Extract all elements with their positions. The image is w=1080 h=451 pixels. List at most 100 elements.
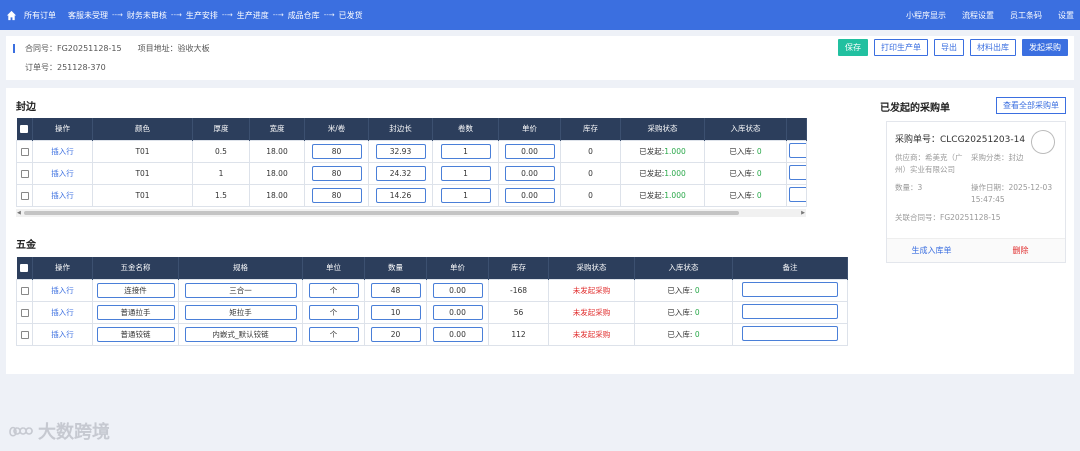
scroll-left-icon[interactable]: ◀ (17, 210, 21, 216)
col-header: 入库状态 (634, 257, 733, 279)
hardware-header-row: 操作 五金名称 规格 单位 数量 单价 库存 采购状态 入库状态 备注 (16, 257, 848, 279)
insert-row-link[interactable]: 插入行 (32, 300, 93, 324)
crumb-production-plan[interactable]: 生产安排 (186, 10, 218, 21)
mini-program-link[interactable]: 小程序显示 (906, 10, 946, 21)
watermark-logo-icon (9, 426, 33, 437)
material-out-button[interactable]: 材料出库 (970, 39, 1016, 56)
price-input[interactable]: 0.00 (504, 187, 555, 203)
note-input[interactable] (742, 281, 838, 297)
unit-input[interactable]: 个 (308, 282, 359, 298)
purchase-status-value: 1.000 (664, 146, 686, 156)
note-cell (732, 278, 848, 302)
table-row: 插入行 普通铰链 内嵌式_默认铰链个 20 0.00 112 未发起采购 已入库: 0 (16, 322, 848, 346)
insert-row-link[interactable]: 插入行 (32, 161, 93, 185)
color-cell: T01 (92, 161, 193, 185)
meters-per-roll-input[interactable]: 80 (311, 143, 362, 159)
rolls-input[interactable]: 1 (440, 187, 491, 203)
meters-per-roll-input[interactable]: 80 (311, 187, 362, 203)
price-input[interactable]: 0.00 (432, 326, 483, 342)
table-row: 插入行 连接件 三合一个 48 0.00 -168 未发起采购 已入库: 0 (16, 278, 848, 302)
note-input[interactable] (789, 164, 806, 180)
create-inbound-link[interactable]: 生成入库单 (887, 245, 976, 256)
price-input[interactable]: 0.00 (504, 165, 555, 181)
operate-date-text: 操作日期：2025-12-03 15:47:45 (971, 183, 1053, 204)
meters-per-roll-input[interactable]: 80 (311, 165, 362, 181)
staff-barcode-link[interactable]: 员工条码 (1010, 10, 1042, 21)
scrollbar-thumb[interactable] (24, 211, 739, 215)
price-input[interactable]: 0.00 (504, 143, 555, 159)
row-checkbox[interactable] (16, 161, 33, 185)
unit-input[interactable]: 个 (308, 326, 359, 342)
horizontal-scrollbar[interactable]: ◀ ▶ (16, 209, 806, 217)
price-input[interactable]: 0.00 (432, 282, 483, 298)
col-header: 单价 (426, 257, 489, 279)
supplier-text: 供应商：希美克（广州）实业有限公司 (895, 153, 963, 174)
settings-link[interactable]: 设置 (1058, 10, 1074, 21)
crumb-production-progress[interactable]: 生产进度 (237, 10, 269, 21)
top-nav-bar: 所有订单 客服未受理 --→ 财务未审核 --→ 生产安排 --→ 生产进度 -… (0, 0, 1080, 30)
flow-settings-link[interactable]: 流程设置 (962, 10, 994, 21)
note-input[interactable] (789, 186, 806, 202)
row-checkbox[interactable] (16, 278, 33, 302)
unit-input[interactable]: 个 (308, 304, 359, 320)
hardware-name-input[interactable]: 普通铰链 (96, 326, 175, 342)
stock-cell: 0 (560, 183, 621, 207)
delete-link[interactable]: 删除 (976, 245, 1065, 256)
qty-cell: 10 (364, 300, 427, 324)
inbound-status-cell: 已入库: 0 (704, 161, 787, 185)
scroll-right-icon[interactable]: ▶ (801, 210, 805, 216)
crumb-shipped[interactable]: 已发货 (339, 10, 363, 21)
spec-input[interactable]: 内嵌式_默认铰链 (184, 326, 297, 342)
inbound-status-value: 0 (694, 285, 700, 295)
row-checkbox[interactable] (16, 139, 33, 163)
crumb-finance-unreviewed[interactable]: 财务未审核 (127, 10, 167, 21)
unit-cell: 个 (302, 322, 365, 346)
export-button[interactable]: 导出 (934, 39, 964, 56)
insert-row-link[interactable]: 插入行 (32, 183, 93, 207)
table-row: 插入行 T01 1.5 18.00 80 14.26 1 0.00 0 已发起:1.000 已入库:… (16, 183, 807, 207)
print-production-button[interactable]: 打印生产单 (874, 39, 928, 56)
col-header: 厚度 (192, 118, 250, 140)
row-checkbox[interactable] (16, 183, 33, 207)
home-icon[interactable] (6, 9, 18, 21)
quantity-input[interactable]: 20 (370, 326, 421, 342)
spec-input[interactable]: 矩拉手 (184, 304, 297, 320)
insert-row-link[interactable]: 插入行 (32, 139, 93, 163)
purchase-status-label: 已发起: (639, 168, 665, 178)
purchase-status-cell: 已发起:1.000 (620, 139, 705, 163)
save-button[interactable]: 保存 (838, 39, 868, 56)
hardware-name-input[interactable]: 普通拉手 (96, 304, 175, 320)
quantity-input[interactable]: 10 (370, 304, 421, 320)
crumb-all-orders[interactable]: 所有订单 (24, 10, 56, 21)
purchase-status-cell: 已发起:1.000 (620, 161, 705, 185)
crumb-cs-unaccepted[interactable]: 客服未受理 (68, 10, 108, 21)
rolls-input[interactable]: 1 (440, 143, 491, 159)
rolls-input[interactable]: 1 (440, 165, 491, 181)
note-input[interactable] (789, 142, 806, 158)
col-header: 颜色 (92, 118, 193, 140)
note-input[interactable] (742, 303, 838, 319)
hardware-table: 操作 五金名称 规格 单位 数量 单价 库存 采购状态 入库状态 备注 插入行连… (16, 257, 848, 346)
col-header: 采购状态 (548, 257, 635, 279)
insert-row-link[interactable]: 插入行 (32, 278, 93, 302)
edge-length-input[interactable]: 14.26 (375, 187, 426, 203)
purchase-status-cell: 已发起:1.000 (620, 183, 705, 207)
edge-length-input[interactable]: 32.93 (375, 143, 426, 159)
select-all-checkbox[interactable] (16, 118, 33, 140)
select-all-checkbox[interactable] (16, 257, 33, 279)
crumb-finished-warehouse[interactable]: 成品仓库 (288, 10, 320, 21)
hardware-name-input[interactable]: 连接件 (96, 282, 175, 298)
insert-row-link[interactable]: 插入行 (32, 322, 93, 346)
view-all-purchases-button[interactable]: 查看全部采购单 (996, 97, 1066, 114)
price-input[interactable]: 0.00 (432, 304, 483, 320)
quantity-input[interactable]: 48 (370, 282, 421, 298)
row-checkbox[interactable] (16, 322, 33, 346)
row-checkbox[interactable] (16, 300, 33, 324)
note-input[interactable] (742, 325, 838, 341)
edge-length-input[interactable]: 24.32 (375, 165, 426, 181)
spec-input[interactable]: 三合一 (184, 282, 297, 298)
price-cell: 0.00 (426, 322, 489, 346)
name-cell: 普通铰链 (92, 322, 179, 346)
start-purchase-button[interactable]: 发起采购 (1022, 39, 1068, 56)
edge-header-row: 操作 颜色 厚度 宽度 米/卷 封边长 卷数 单价 库存 采购状态 入库状态 (16, 118, 807, 140)
